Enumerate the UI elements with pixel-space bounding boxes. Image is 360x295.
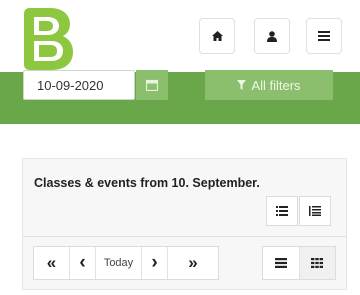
all-filters-button[interactable]: All filters	[205, 70, 333, 100]
rows-icon	[274, 258, 287, 268]
rows-view-button[interactable]	[263, 247, 299, 279]
menu-icon	[318, 31, 330, 41]
account-button[interactable]	[254, 18, 290, 54]
home-button[interactable]	[199, 18, 235, 54]
list-icon	[276, 206, 288, 216]
today-button[interactable]: Today	[96, 247, 142, 279]
grid-icon	[311, 258, 324, 268]
menu-button[interactable]	[306, 18, 342, 54]
grid-view-button[interactable]	[298, 247, 335, 279]
date-pager: « ‹ Today › »	[33, 246, 219, 280]
filter-icon	[237, 80, 247, 90]
list-view-button[interactable]	[266, 196, 298, 226]
layout-toggle	[262, 246, 336, 280]
numbered-list-button[interactable]	[299, 196, 331, 226]
date-field[interactable]: 10-09-2020	[23, 70, 135, 100]
previous-button[interactable]: ‹	[70, 247, 96, 279]
logo[interactable]	[22, 8, 74, 70]
user-icon	[267, 30, 277, 42]
calendar-button[interactable]	[136, 70, 168, 100]
panel-divider	[22, 236, 347, 237]
first-page-button[interactable]: «	[34, 247, 70, 279]
panel-title: Classes & events from 10. September.	[34, 176, 260, 190]
home-icon	[211, 31, 223, 41]
last-page-button[interactable]: »	[168, 247, 218, 279]
all-filters-label: All filters	[251, 77, 301, 93]
numbered-list-icon	[309, 206, 321, 216]
next-button[interactable]: ›	[142, 247, 168, 279]
calendar-icon	[146, 79, 158, 91]
